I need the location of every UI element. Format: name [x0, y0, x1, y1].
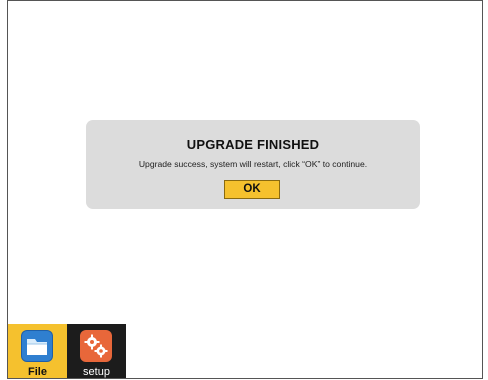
- taskbar-item-label-file: File: [28, 366, 47, 378]
- ok-button[interactable]: OK: [224, 180, 280, 199]
- taskbar-item-setup[interactable]: setup: [67, 324, 126, 378]
- taskbar-item-label-setup: setup: [83, 366, 110, 378]
- folder-icon: [21, 330, 53, 362]
- dialog-title: UPGRADE FINISHED: [186, 137, 320, 152]
- device-screen: UPGRADE FINISHED Upgrade success, system…: [7, 0, 483, 379]
- upgrade-dialog: UPGRADE FINISHED Upgrade success, system…: [86, 120, 420, 209]
- dialog-message: Upgrade success, system will restart, cl…: [138, 159, 368, 169]
- gear-icon: [80, 330, 112, 362]
- taskbar-item-file[interactable]: File: [8, 324, 67, 378]
